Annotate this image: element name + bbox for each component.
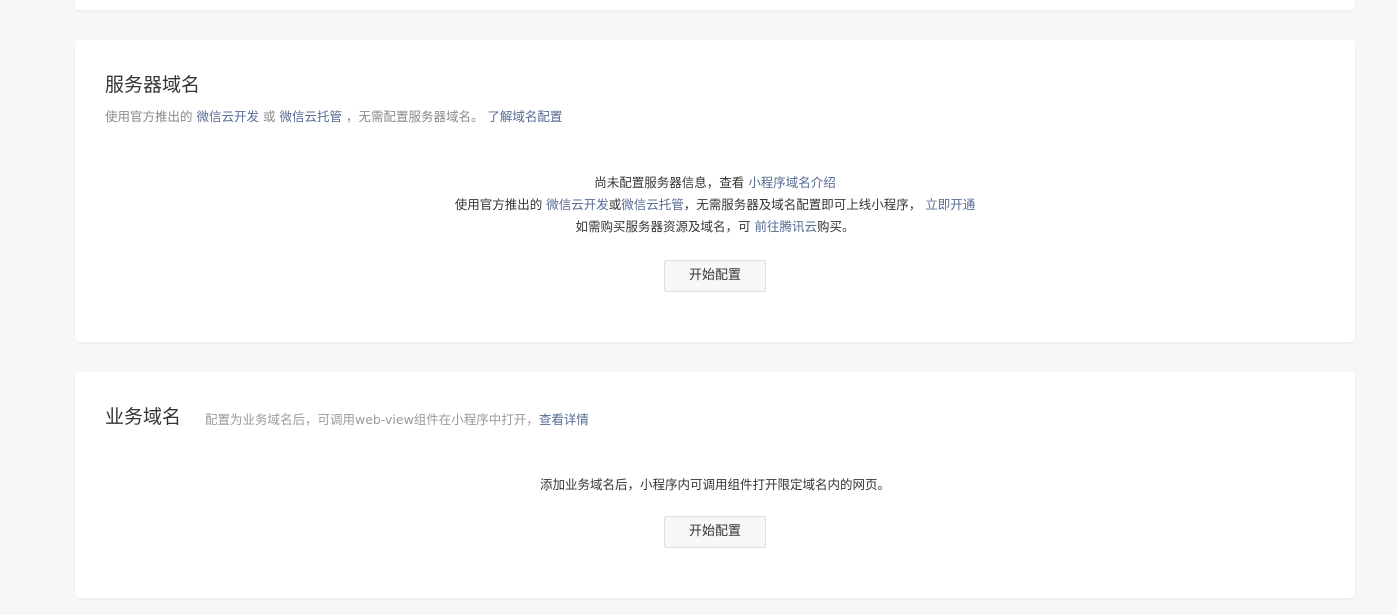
empty-line-3-prefix: 如需购买服务器资源及域名，可 [575, 219, 755, 234]
empty-line-3: 如需购买服务器资源及域名，可 前往腾讯云购买。 [75, 216, 1355, 238]
cloud-dev-link[interactable]: 微信云开发 [196, 109, 259, 124]
empty-cloud-dev-link[interactable]: 微信云开发 [546, 197, 609, 212]
empty-line-2-or: 或 [608, 197, 622, 212]
server-desc-prefix: 使用官方推出的 [105, 109, 197, 124]
empty-line-2: 使用官方推出的 微信云开发或微信云托管，无需服务器及域名配置即可上线小程序， 立… [75, 194, 1355, 216]
view-details-link[interactable]: 查看详情 [539, 412, 589, 427]
cloud-host-link[interactable]: 微信云托管 [279, 109, 342, 124]
business-start-config-button[interactable]: 开始配置 [664, 516, 766, 548]
server-start-config-button[interactable]: 开始配置 [664, 260, 766, 292]
business-domain-title: 业务域名 [105, 406, 182, 428]
server-domain-empty-state: 尚未配置服务器信息，查看 小程序域名介绍 使用官方推出的 微信云开发或微信云托管… [75, 172, 1355, 238]
server-domain-title: 服务器域名 [105, 74, 201, 96]
previous-section-card [75, 0, 1355, 10]
server-desc-or: 或 [259, 109, 280, 124]
business-empty-text: 添加业务域名后，小程序内可调用组件打开限定域名内的网页。 [539, 477, 890, 492]
business-domain-card: 业务域名 配置为业务域名后，可调用web-view组件在小程序中打开，查看详情 … [75, 372, 1355, 598]
empty-cloud-host-link[interactable]: 微信云托管 [621, 197, 684, 212]
empty-line-2-mid: ，无需服务器及域名配置即可上线小程序， [683, 197, 926, 212]
empty-line-3-suffix: 购买。 [816, 219, 855, 234]
open-now-link[interactable]: 立即开通 [925, 197, 975, 212]
server-domain-card: 服务器域名 使用官方推出的 微信云开发 或 微信云托管 ，无需配置服务器域名。 … [75, 40, 1355, 342]
business-domain-empty-state: 添加业务域名后，小程序内可调用组件打开限定域名内的网页。 [75, 474, 1355, 496]
empty-line-1: 尚未配置服务器信息，查看 小程序域名介绍 [75, 172, 1355, 194]
tencent-cloud-link[interactable]: 前往腾讯云 [754, 219, 817, 234]
learn-domain-config-link[interactable]: 了解域名配置 [487, 109, 562, 124]
server-domain-description: 使用官方推出的 微信云开发 或 微信云托管 ，无需配置服务器域名。 了解域名配置 [105, 109, 562, 125]
business-domain-description: 配置为业务域名后，可调用web-view组件在小程序中打开，查看详情 [205, 412, 589, 428]
server-desc-suffix: ，无需配置服务器域名。 [341, 109, 488, 124]
empty-line-1-text: 尚未配置服务器信息，查看 [594, 175, 749, 190]
empty-line-2-prefix: 使用官方推出的 [454, 197, 547, 212]
business-desc-text: 配置为业务域名后，可调用web-view组件在小程序中打开， [205, 412, 539, 427]
miniprogram-domain-intro-link[interactable]: 小程序域名介绍 [748, 175, 836, 190]
